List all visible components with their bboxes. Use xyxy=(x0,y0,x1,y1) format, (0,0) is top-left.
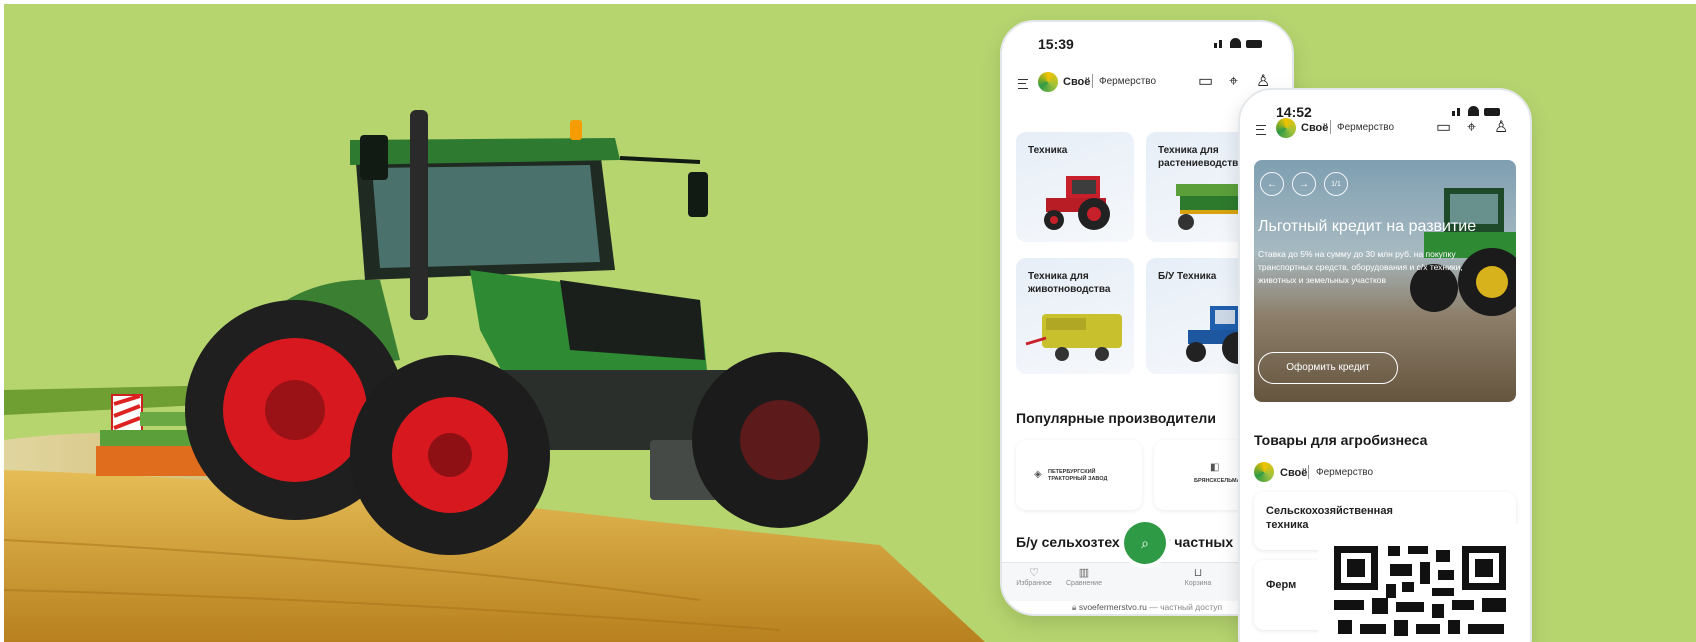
tractor-scene xyxy=(3,110,985,642)
manufacturer-name: ПЕТЕРБУРГСКИЙ ТРАКТОРНЫЙ ЗАВОД xyxy=(1048,469,1108,482)
cart-icon: ⊔ xyxy=(1193,567,1203,579)
slide-counter: 1/1 xyxy=(1324,172,1348,196)
hero-tractor-image xyxy=(1410,188,1516,316)
category-card-livestock-machinery[interactable]: Техника для животноводства xyxy=(1016,258,1134,374)
tab-compare[interactable]: ▥ Сравнение xyxy=(1056,566,1112,587)
brand-name: Своё xyxy=(1301,122,1329,134)
popular-manufacturers-title: Популярные производители xyxy=(1016,410,1216,426)
apply-credit-button[interactable]: Оформить кредит xyxy=(1258,352,1398,384)
next-slide-button[interactable]: → xyxy=(1292,172,1316,196)
location-icon[interactable]: ⌖ xyxy=(1229,74,1238,90)
category-title: Техника для животноводства xyxy=(1028,271,1111,295)
brand-name: Своё xyxy=(1280,467,1308,479)
arrow-right-icon: → xyxy=(1299,179,1309,190)
prev-slide-button[interactable]: ← xyxy=(1260,172,1284,196)
feed-mixer-image xyxy=(1025,314,1122,361)
credit-promo-banner: ← → 1/1 Льготный кредит на развитие Став… xyxy=(1254,160,1516,402)
bryansk-logo-icon: ◧ xyxy=(1210,462,1220,473)
compare-icon: ▥ xyxy=(1078,567,1090,579)
chat-icon[interactable]: ▭ xyxy=(1436,120,1451,136)
promo-banner: 15:39 Своё Фермерство ▭ ⌖ ♙ Техника Техн… xyxy=(0,0,1696,642)
url-domain: svoefermerstvo.ru xyxy=(1078,602,1147,612)
status-time: 15:39 xyxy=(1038,36,1074,52)
menu-icon[interactable] xyxy=(1256,125,1266,135)
category-title: Б/У Техника xyxy=(1158,271,1217,282)
brand-subtitle: Фермерство xyxy=(1337,122,1395,133)
manufacturer-card-ptz[interactable]: ◈ ПЕТЕРБУРГСКИЙ ТРАКТОРНЫЙ ЗАВОД xyxy=(1016,440,1142,510)
red-tractor-image xyxy=(1044,176,1110,230)
category-title: Техника xyxy=(1028,145,1068,156)
ptz-logo-icon: ◈ xyxy=(1034,469,1042,480)
chat-icon[interactable]: ▭ xyxy=(1198,74,1213,90)
url-suffix: — частный доступ xyxy=(1146,602,1223,612)
brand-subtitle: Фермерство xyxy=(1099,76,1157,87)
qr-code-icon xyxy=(1334,546,1506,636)
heart-icon: ♡ xyxy=(1029,567,1039,579)
tractor xyxy=(185,110,868,555)
brand-logo-icon xyxy=(1254,462,1274,482)
brand-logo-icon xyxy=(1038,72,1058,92)
status-bar: 15:39 xyxy=(1002,22,1292,64)
brand-name: Своё xyxy=(1063,76,1091,88)
brand-logo-icon xyxy=(1276,118,1296,138)
tab-favorites[interactable]: ♡ Избранное xyxy=(1006,566,1062,587)
tab-cart[interactable]: ⊔ Корзина xyxy=(1170,566,1226,587)
signal-wifi-battery-icon xyxy=(1214,36,1262,50)
search-icon: ⌕ xyxy=(1141,535,1149,551)
profile-icon[interactable]: ♙ xyxy=(1494,120,1508,136)
app-header: Своё Фермерство ▭ ⌖ ♙ xyxy=(1240,114,1530,144)
arrow-left-icon: ← xyxy=(1267,179,1277,190)
catalog-fab-button[interactable]: ⌕ xyxy=(1124,522,1166,564)
hero-description: Ставка до 5% на сумму до 30 млн руб. на … xyxy=(1258,249,1463,285)
brand-subtitle: Фермерство xyxy=(1316,467,1374,478)
agro-goods-title: Товары для агробизнеса xyxy=(1254,432,1428,448)
category-card-machinery[interactable]: Техника xyxy=(1016,132,1134,242)
qr-code-panel xyxy=(1318,524,1528,642)
lock-icon: 🔒︎ xyxy=(1071,602,1079,612)
goods-card-title: Ферм xyxy=(1266,579,1297,591)
menu-icon[interactable] xyxy=(1018,79,1028,89)
location-icon[interactable]: ⌖ xyxy=(1467,120,1476,136)
hero-title: Льготный кредит на развитие xyxy=(1258,218,1477,235)
